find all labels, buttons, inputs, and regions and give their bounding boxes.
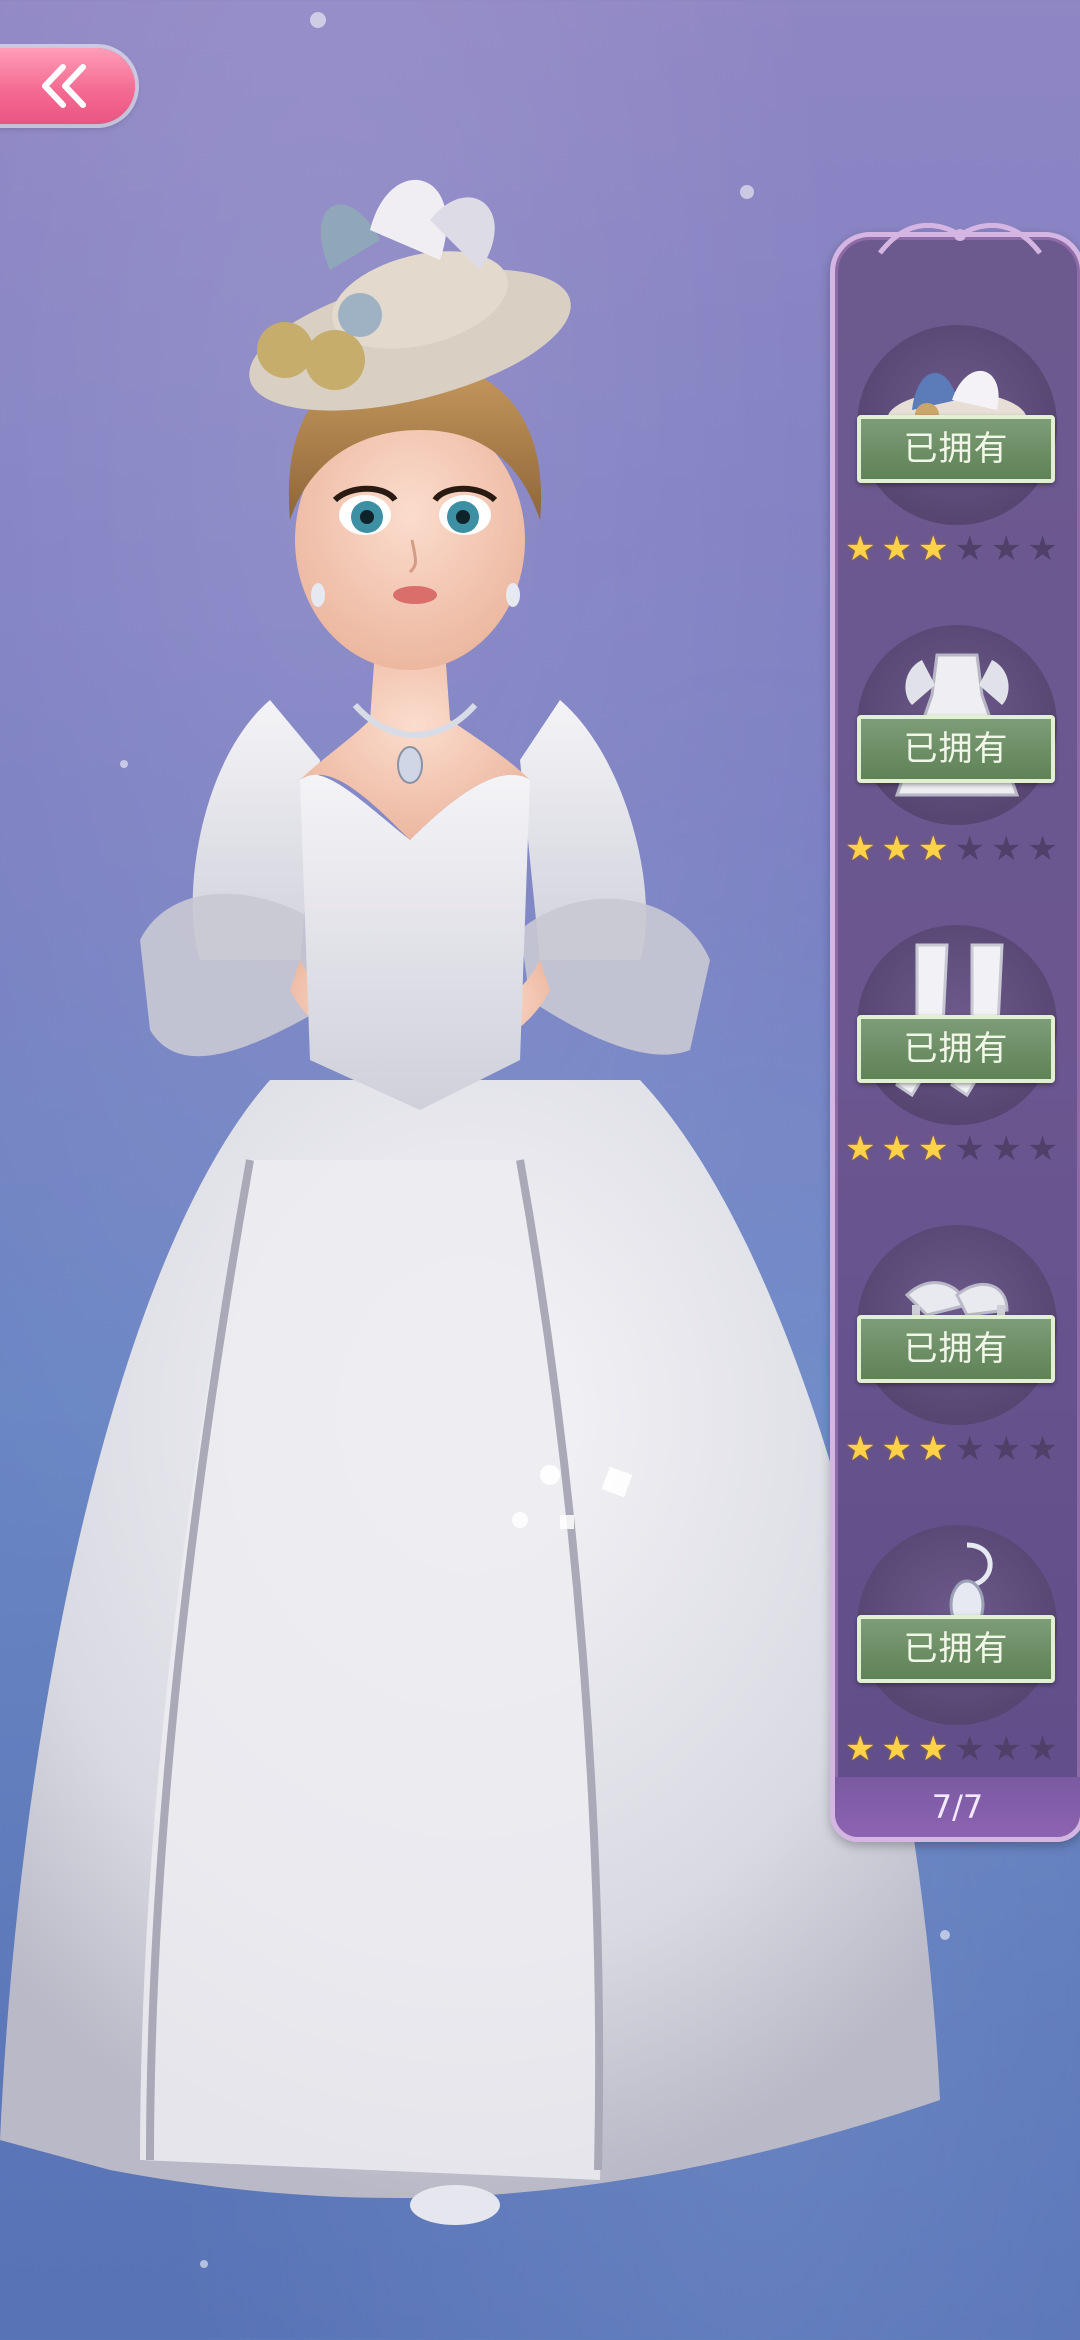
star-filled-icon: ★ (917, 1429, 949, 1469)
double-chevron-left-icon (41, 64, 86, 108)
star-empty-icon: ★ (954, 829, 985, 869)
outfit-slot-shoes[interactable]: 已拥有 ★ ★ ★ ★ ★ ★ (835, 1225, 1080, 1525)
star-empty-icon: ★ (1027, 1429, 1058, 1469)
owned-badge: 已拥有 (857, 1615, 1055, 1683)
star-empty-icon: ★ (1027, 1129, 1058, 1169)
back-button[interactable] (0, 48, 135, 124)
star-empty-icon: ★ (954, 1729, 985, 1769)
star-empty-icon: ★ (990, 1129, 1022, 1169)
star-empty-icon: ★ (990, 529, 1022, 569)
outfit-slot-hat[interactable]: 已拥有 ★ ★ ★ ★ ★ ★ (835, 325, 1080, 625)
star-rating: ★ ★ ★ ★ ★ ★ (845, 531, 1075, 571)
owned-badge: 已拥有 (857, 415, 1055, 483)
star-filled-icon: ★ (845, 1729, 876, 1769)
owned-badge: 已拥有 (857, 1315, 1055, 1383)
star-filled-icon: ★ (845, 1129, 876, 1169)
star-rating: ★ ★ ★ ★ ★ ★ (845, 831, 1075, 871)
star-filled-icon: ★ (881, 829, 912, 869)
star-filled-icon: ★ (845, 529, 876, 569)
star-filled-icon: ★ (845, 1429, 876, 1469)
star-empty-icon: ★ (990, 1429, 1022, 1469)
star-empty-icon: ★ (1027, 1729, 1058, 1769)
owned-badge: 已拥有 (857, 715, 1055, 783)
star-empty-icon: ★ (1027, 829, 1058, 869)
star-filled-icon: ★ (917, 1729, 949, 1769)
item-counter: 7/7 (835, 1777, 1080, 1837)
character-model (0, 179, 940, 2225)
star-rating: ★ ★ ★ ★ ★ ★ (845, 1131, 1075, 1171)
star-rating: ★ ★ ★ ★ ★ ★ (845, 1431, 1075, 1471)
star-filled-icon: ★ (917, 529, 949, 569)
outfit-panel: 已拥有 ★ ★ ★ ★ ★ ★ 已拥有 ★ ★ ★ ★ ★ ★ 已拥有 ★ ★ … (830, 222, 1080, 1842)
star-filled-icon: ★ (917, 1129, 949, 1169)
sparkle (310, 12, 326, 28)
outfit-slot-dress[interactable]: 已拥有 ★ ★ ★ ★ ★ ★ (835, 625, 1080, 925)
star-filled-icon: ★ (881, 1429, 912, 1469)
star-empty-icon: ★ (990, 1729, 1022, 1769)
star-empty-icon: ★ (954, 1429, 985, 1469)
panel-ornament (878, 222, 1042, 255)
star-empty-icon: ★ (990, 829, 1022, 869)
star-empty-icon: ★ (954, 529, 985, 569)
star-filled-icon: ★ (881, 1729, 912, 1769)
owned-badge: 已拥有 (857, 1015, 1055, 1083)
star-empty-icon: ★ (954, 1129, 985, 1169)
star-rating: ★ ★ ★ ★ ★ ★ (845, 1731, 1075, 1771)
star-filled-icon: ★ (881, 1129, 912, 1169)
outfit-slot-stockings[interactable]: 已拥有 ★ ★ ★ ★ ★ ★ (835, 925, 1080, 1225)
star-filled-icon: ★ (881, 529, 912, 569)
star-empty-icon: ★ (1027, 529, 1058, 569)
star-filled-icon: ★ (917, 829, 949, 869)
star-filled-icon: ★ (845, 829, 876, 869)
